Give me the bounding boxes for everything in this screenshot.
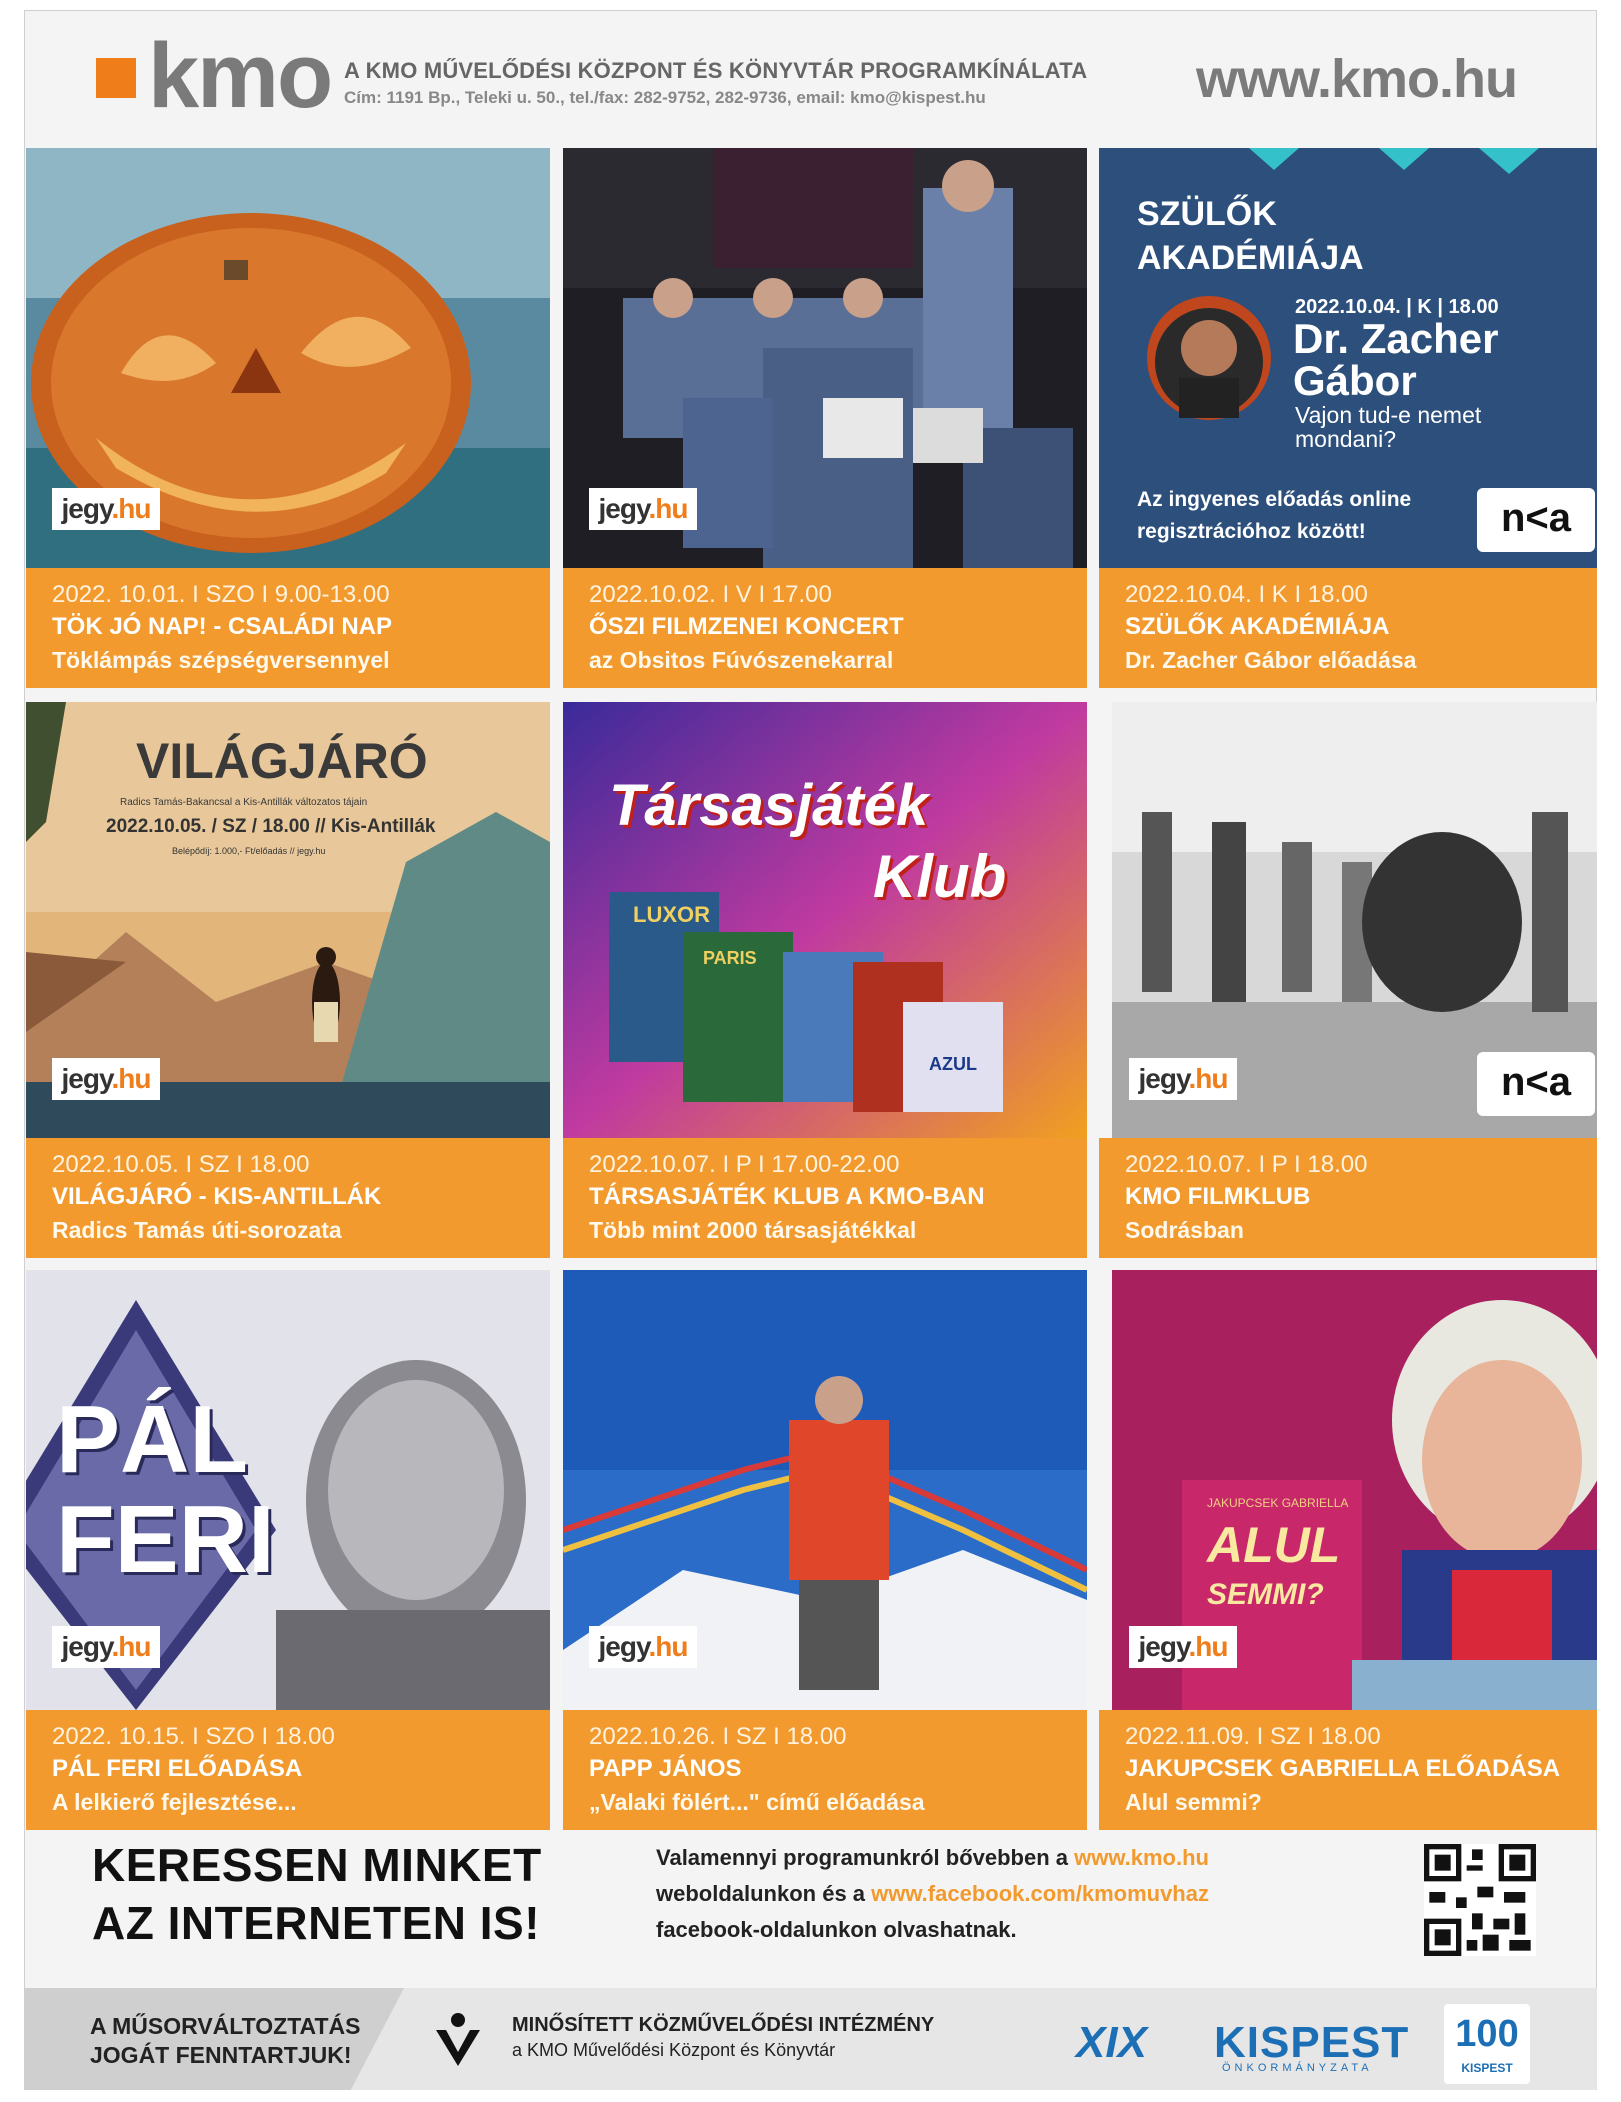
event-info: 2022. 10.15. I SZO I 18.00 PÁL FERI ELŐA… [26, 1710, 550, 1830]
kispest-100-logo: 100 KISPEST [1444, 2004, 1530, 2084]
game-box-paris: PARIS [703, 948, 757, 968]
event-title: KMO FILMKLUB [1125, 1183, 1311, 1210]
event-subtitle: Több mint 2000 társasjátékkal [589, 1217, 917, 1243]
book-author: JAKUPCSEK GABRIELLA [1207, 1496, 1349, 1510]
xix-logo: XIX [1076, 2018, 1147, 2067]
event-title: TÖK JÓ NAP! - CSALÁDI NAP [52, 613, 393, 640]
qualified-institution-icon [436, 2013, 480, 2066]
online-info: Valamennyi programunkról bővebben a www.… [656, 1845, 1209, 1942]
event-subtitle: Sodrásban [1125, 1217, 1244, 1243]
game-box-azul: AZUL [929, 1054, 977, 1074]
jegy-badge[interactable]: jegy.hu [1129, 1626, 1237, 1668]
event-info: 2022.10.07. I P I 17.00-22.00 TÁRSASJÁTÉ… [563, 1138, 1087, 1258]
palferi-name: PÁL FERI [56, 1386, 275, 1593]
vilagjaro-date: 2022.10.05. / SZ / 18.00 // Kis-Antillák [106, 816, 436, 837]
event-date: 2022.10.05. I SZ I 18.00 [52, 1151, 310, 1178]
event-card-4[interactable]: VILÁGJÁRÓ Radics Tamás-Bakancsal a Kis-A… [26, 702, 550, 1260]
game-box-luxor: LUXOR [633, 902, 710, 927]
jegy-badge[interactable]: jegy.hu [52, 488, 160, 530]
vilagjaro-title: VILÁGJÁRÓ [136, 733, 428, 789]
event-date: 2022.10.26. I SZ I 18.00 [589, 1723, 847, 1750]
event-info: 2022.10.05. I SZ I 18.00 VILÁGJÁRÓ - KIS… [26, 1138, 550, 1258]
event-subtitle: az Obsitos Fúvószenekarral [589, 647, 894, 673]
event-title: SZÜLŐK AKADÉMIÁJA [1125, 613, 1390, 640]
event-info: 2022.10.04. I K I 18.00 SZÜLŐK AKADÉMIÁJ… [1099, 568, 1597, 688]
event-date: 2022.11.09. I SZ I 18.00 [1125, 1723, 1381, 1750]
jegy-badge[interactable]: jegy.hu [1129, 1058, 1237, 1100]
szulok-note: Az ingyenes előadás online regisztrációho… [1137, 488, 1412, 543]
nka-logo: n<a [1477, 488, 1595, 552]
event-subtitle: Alul semmi? [1125, 1789, 1262, 1815]
szulok-speaker: Dr. Zacher Gábor [1293, 315, 1499, 404]
vilagjaro-line: Radics Tamás-Bakancsal a Kis-Antillák vá… [120, 797, 368, 808]
event-subtitle: A lelkierő fejlesztése... [52, 1789, 297, 1815]
event-card-6[interactable]: jegy.hu n<a 2022.10.07. I P I 18.00 KMO … [1099, 702, 1597, 1260]
jegy-badge[interactable]: jegy.hu [52, 1058, 160, 1100]
kispest-logo: KISPEST [1214, 2018, 1410, 2067]
qualified-institution: MINŐSÍTETT KÖZMŰVELŐDÉSI INTÉZMÉNY [512, 2014, 935, 2036]
kispest-100-icon: 100 [1455, 2013, 1518, 2055]
jegy-badge[interactable]: jegy.hu [589, 1626, 697, 1668]
event-date: 2022. 10.15. I SZO I 18.00 [52, 1723, 335, 1750]
szulok-topic: Vajon tud-e nemet mondani? [1295, 402, 1482, 452]
nka-logo: n<a [1477, 1052, 1595, 1116]
event-card-8[interactable]: jegy.hu 2022.10.26. I SZ I 18.00 PAPP JÁ… [563, 1270, 1087, 1830]
search-us-banner: KERESSEN MINKET AZ INTERNETEN IS! [92, 1839, 542, 1949]
event-card-2[interactable]: jegy.hu 2022.10.02. I V I 17.00 ŐSZI FIL… [563, 148, 1087, 688]
jegy-badge[interactable]: jegy.hu [589, 488, 697, 530]
header-title: A KMO MŰVELŐDÉSI KÖZPONT ÉS KÖNYVTÁR PRO… [344, 58, 1088, 83]
jegy-badge[interactable]: jegy.hu [52, 1626, 160, 1668]
event-card-3[interactable]: SZÜLŐK AKADÉMIÁJA 2022.10.04. | K | 18.00… [1099, 148, 1597, 688]
program-change-notice: A MŰSORVÁLTOZTATÁS JOGÁT FENNTARTJUK! [90, 2013, 361, 2068]
event-subtitle: Töklámpás szépségversennyel [52, 647, 390, 673]
event-title: PAPP JÁNOS [589, 1755, 742, 1782]
header-url[interactable]: www.kmo.hu [1196, 48, 1518, 110]
header-address: Cím: 1191 Bp., Teleki u. 50., tel./fax: … [344, 88, 986, 107]
event-date: 2022.10.07. I P I 18.00 [1125, 1151, 1368, 1178]
svg-text:100: 100 [1455, 2013, 1518, 2055]
event-date: 2022.10.02. I V I 17.00 [589, 581, 832, 608]
book-title: ALUL SEMMI? [1207, 1517, 1341, 1611]
qualified-institution-name: a KMO Művelődési Központ és Könyvtár [512, 2040, 836, 2060]
event-info: 2022.10.26. I SZ I 18.00 PAPP JÁNOS „Val… [563, 1710, 1087, 1830]
event-info: 2022.10.02. I V I 17.00 ŐSZI FILMZENEI K… [563, 568, 1087, 688]
event-card-9[interactable]: JAKUPCSEK GABRIELLA ALUL SEMMI? jegy.hu 2… [1099, 1270, 1597, 1830]
kmo-logo: kmo [148, 25, 333, 127]
tarsasjatek-title-2: Klub [873, 843, 1007, 910]
facebook-link[interactable]: www.facebook.com/kmomuvhaz [871, 1881, 1209, 1906]
event-date: 2022.10.07. I P I 17.00-22.00 [589, 1151, 900, 1178]
event-card-7[interactable]: PÁL FERI jegy.hu 2022. 10.15. I SZO I 18.… [26, 1270, 550, 1830]
event-info: 2022.11.09. I SZ I 18.00 JAKUPCSEK GABRI… [1099, 1710, 1597, 1830]
event-title: VILÁGJÁRÓ - KIS-ANTILLÁK [52, 1183, 382, 1210]
vilagjaro-price: Belépődíj: 1.000,- Ft/előadás // jegy.hu [172, 846, 326, 856]
event-info: 2022.10.07. I P I 18.00 KMO FILMKLUB Sod… [1099, 1138, 1597, 1258]
event-subtitle: Radics Tamás úti-sorozata [52, 1217, 342, 1243]
website-link[interactable]: www.kmo.hu [1074, 1845, 1209, 1870]
event-date: 2022.10.04. I K I 18.00 [1125, 581, 1368, 608]
event-title: TÁRSASJÁTÉK KLUB A KMO-BAN [589, 1183, 985, 1210]
event-title: ŐSZI FILMZENEI KONCERT [589, 613, 904, 640]
event-card-1[interactable]: jegy.hu 2022. 10.01. I SZO I 9.00-13.00 … [26, 148, 550, 688]
event-title: PÁL FERI ELŐADÁSA [52, 1755, 303, 1782]
event-info: 2022. 10.01. I SZO I 9.00-13.00 TÖK JÓ N… [26, 568, 550, 688]
tarsasjatek-title-1: Társasjáték [609, 773, 929, 838]
event-subtitle: Dr. Zacher Gábor előadása [1125, 647, 1417, 673]
kispest-subtitle: ÖNKORMÁNYZATA [1222, 2062, 1373, 2074]
event-card-5[interactable]: Társasjáték Klub LUXOR PARIS AZUL 2022.1… [563, 702, 1087, 1260]
event-subtitle: „Valaki fölért..." című előadása [589, 1789, 925, 1815]
qr-code-icon[interactable] [1424, 1844, 1536, 1956]
event-date: 2022. 10.01. I SZO I 9.00-13.00 [52, 581, 390, 608]
logo-square [96, 58, 136, 98]
szulok-heading: SZÜLŐK AKADÉMIÁJA [1137, 195, 1364, 277]
event-title: JAKUPCSEK GABRIELLA ELŐADÁSA [1125, 1755, 1561, 1782]
